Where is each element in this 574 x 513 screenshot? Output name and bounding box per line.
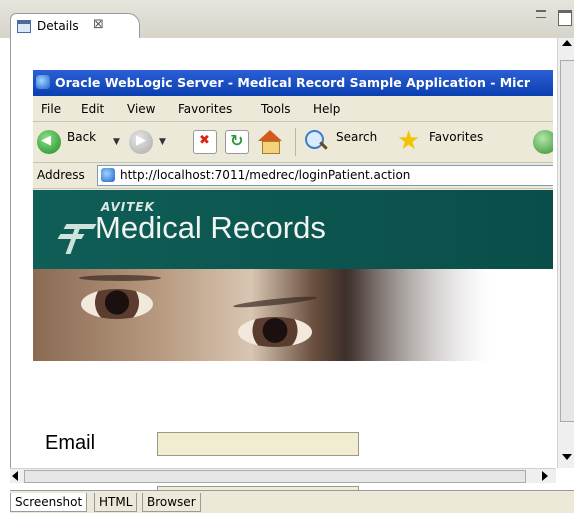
browser-toolbar: Back ▼ ▼ Search ★ Favori: [33, 122, 553, 163]
search-icon: [305, 130, 327, 152]
tab-screenshot[interactable]: Screenshot: [10, 493, 88, 512]
avitek-logo-icon: [57, 214, 97, 254]
eyebrow-right: [232, 294, 318, 310]
browser-title-bar: Oracle WebLogic Server - Medical Record …: [33, 70, 553, 96]
details-view-tab[interactable]: Details ⊠: [10, 13, 140, 40]
search-button[interactable]: Search: [303, 128, 387, 156]
minimize-icon[interactable]: [536, 10, 546, 18]
vertical-scrollbar[interactable]: [557, 38, 574, 468]
menu-help[interactable]: Help: [313, 102, 340, 116]
view-window-icon: [17, 20, 31, 33]
favorites-label: Favorites: [429, 130, 484, 144]
forward-dropdown-icon[interactable]: ▼: [159, 137, 166, 147]
media-button[interactable]: [533, 128, 553, 156]
horizontal-scrollbar[interactable]: [10, 468, 556, 483]
view-tab-bar: Details ⊠: [0, 0, 574, 40]
media-icon: [533, 130, 553, 154]
eye-right: [238, 317, 312, 347]
back-label: Back: [67, 130, 97, 144]
home-icon: [257, 130, 283, 154]
menu-edit[interactable]: Edit: [81, 102, 104, 116]
stop-button[interactable]: [193, 128, 217, 156]
back-arrow-icon: [37, 130, 61, 154]
scroll-up-icon[interactable]: [562, 40, 572, 46]
email-field[interactable]: [157, 432, 359, 456]
bottom-tab-bar: Screenshot HTML Browser: [10, 490, 574, 513]
back-dropdown-icon[interactable]: ▼: [113, 137, 120, 147]
refresh-icon: [225, 130, 249, 154]
forward-button[interactable]: ▼: [129, 128, 173, 156]
toolbar-separator: [295, 128, 296, 156]
close-tab-icon[interactable]: ⊠: [93, 17, 104, 32]
web-page: AVITEK Medical Records Email: [33, 190, 553, 498]
scroll-thumb-horizontal[interactable]: [24, 470, 526, 483]
menu-file[interactable]: File: [41, 102, 61, 116]
scroll-thumb-vertical[interactable]: [560, 60, 574, 422]
scroll-right-icon[interactable]: [542, 471, 548, 481]
stop-icon: [193, 130, 217, 154]
maximize-icon[interactable]: [558, 10, 572, 26]
forward-arrow-icon: [129, 130, 153, 154]
browser-menu-bar: File Edit View Favorites Tools Help: [33, 97, 553, 122]
page-icon: [101, 168, 115, 182]
menu-tools[interactable]: Tools: [261, 102, 291, 116]
site-banner: AVITEK Medical Records: [33, 190, 553, 269]
eyebrow-left: [79, 275, 161, 281]
site-title: Medical Records: [95, 210, 326, 245]
address-field[interactable]: http://localhost:7011/medrec/loginPatien…: [97, 165, 553, 186]
hero-image: [33, 269, 553, 361]
details-content-area: Oracle WebLogic Server - Medical Record …: [10, 38, 574, 498]
back-button[interactable]: Back ▼: [37, 128, 123, 156]
hero-fade: [353, 269, 553, 361]
menu-favorites[interactable]: Favorites: [178, 102, 232, 116]
scroll-down-icon[interactable]: [562, 454, 572, 460]
refresh-button[interactable]: [225, 128, 249, 156]
address-url: http://localhost:7011/medrec/loginPatien…: [120, 168, 411, 182]
address-label: Address: [37, 168, 85, 182]
search-label: Search: [336, 130, 378, 144]
star-icon: ★: [397, 126, 421, 156]
address-bar: Address http://localhost:7011/medrec/log…: [33, 163, 553, 189]
home-button[interactable]: [257, 128, 285, 156]
browser-window-title: Oracle WebLogic Server - Medical Record …: [55, 75, 531, 90]
tab-browser[interactable]: Browser: [142, 493, 201, 512]
menu-view[interactable]: View: [127, 102, 155, 116]
browser-screenshot: Oracle WebLogic Server - Medical Record …: [33, 70, 553, 498]
details-tab-label: Details: [37, 19, 79, 33]
eye-left: [81, 289, 153, 319]
tab-html[interactable]: HTML: [94, 493, 138, 512]
scroll-left-icon[interactable]: [12, 471, 18, 481]
favorites-button[interactable]: ★ Favorites: [395, 128, 495, 156]
email-label: Email: [45, 432, 96, 454]
ie-logo-icon: [36, 75, 50, 89]
